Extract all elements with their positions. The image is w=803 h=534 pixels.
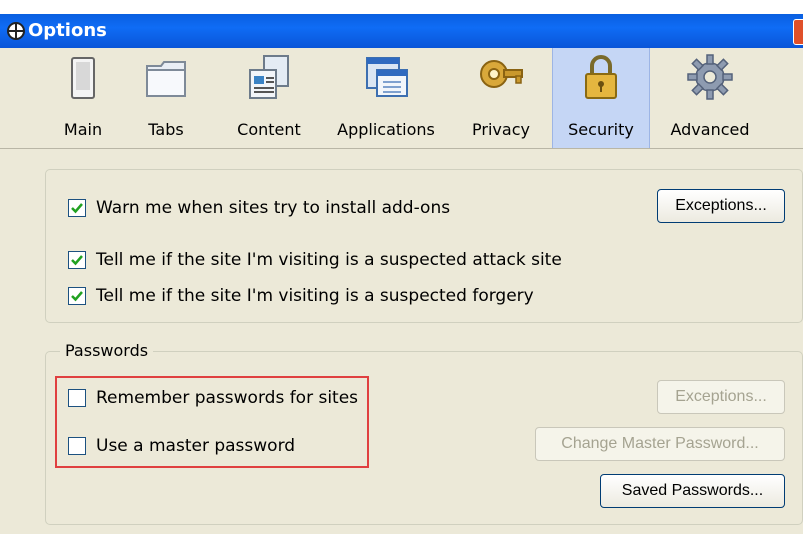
passwords-legend: Passwords xyxy=(60,341,154,360)
checkmark-icon xyxy=(71,255,83,266)
tab-advanced[interactable]: Advanced xyxy=(660,48,760,148)
tab-main[interactable]: Main xyxy=(52,48,114,148)
close-button[interactable] xyxy=(793,19,803,45)
tab-content[interactable]: Content xyxy=(228,48,310,148)
warn-addons-label: Warn me when sites try to install add-on… xyxy=(96,198,451,218)
applications-icon xyxy=(366,57,408,97)
window-menu-icon[interactable] xyxy=(6,21,26,41)
checkmark-icon xyxy=(71,291,83,302)
warn-addons-row[interactable]: Warn me when sites try to install add-on… xyxy=(68,198,450,218)
preferences-toolbar: Main Tabs Content Applications Privacy S… xyxy=(0,48,803,149)
saved-passwords-button[interactable]: Saved Passwords... xyxy=(600,474,785,508)
content-icon xyxy=(249,55,289,99)
window-title: Options xyxy=(28,20,107,41)
tab-security[interactable]: Security xyxy=(552,48,650,148)
tab-tabs[interactable]: Tabs xyxy=(130,48,202,148)
tabs-icon xyxy=(146,61,186,97)
attack-site-checkbox[interactable] xyxy=(68,251,86,269)
master-password-row[interactable]: Use a master password xyxy=(68,436,295,456)
forgery-label: Tell me if the site I'm visiting is a su… xyxy=(96,286,534,306)
tab-privacy[interactable]: Privacy xyxy=(464,48,538,148)
attack-site-label: Tell me if the site I'm visiting is a su… xyxy=(96,250,562,270)
privacy-icon xyxy=(480,60,523,88)
warn-addons-checkbox[interactable] xyxy=(68,199,86,217)
title-bar: Options xyxy=(0,14,803,48)
security-pane: Warn me when sites try to install add-on… xyxy=(0,149,803,534)
master-password-label: Use a master password xyxy=(96,436,296,456)
checkmark-icon xyxy=(71,203,83,214)
tab-applications[interactable]: Applications xyxy=(330,48,442,148)
master-password-checkbox[interactable] xyxy=(68,437,86,455)
change-master-password-button[interactable]: Change Master Password... xyxy=(535,427,785,461)
remember-passwords-checkbox[interactable] xyxy=(68,389,86,407)
main-icon xyxy=(71,57,95,99)
addons-exceptions-button[interactable]: Exceptions... xyxy=(657,189,785,223)
remember-passwords-label: Remember passwords for sites xyxy=(96,388,359,408)
advanced-icon xyxy=(687,54,733,100)
security-icon xyxy=(585,55,617,99)
forgery-checkbox[interactable] xyxy=(68,287,86,305)
remember-passwords-row[interactable]: Remember passwords for sites xyxy=(68,388,358,408)
forgery-row[interactable]: Tell me if the site I'm visiting is a su… xyxy=(68,286,534,306)
passwords-exceptions-button[interactable]: Exceptions... xyxy=(657,380,785,414)
attack-site-row[interactable]: Tell me if the site I'm visiting is a su… xyxy=(68,250,562,270)
